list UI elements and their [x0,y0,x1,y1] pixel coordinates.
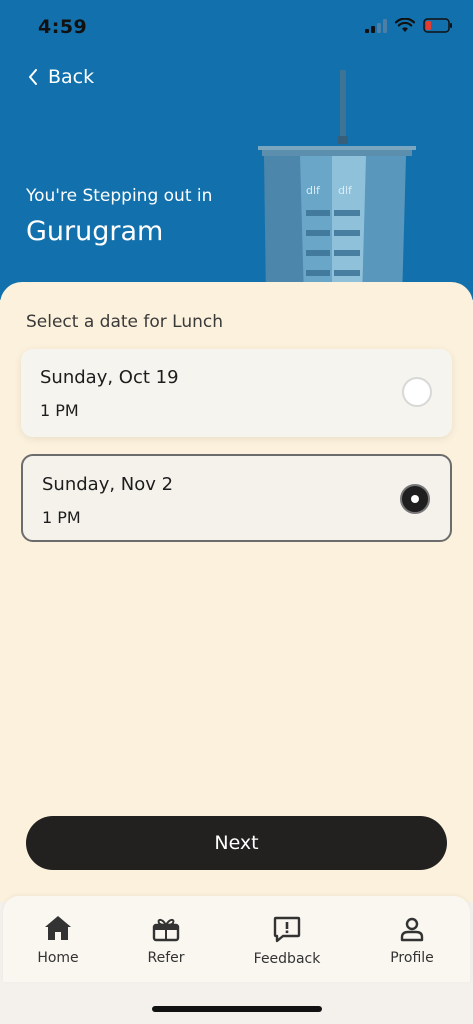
signal-icon [365,18,387,33]
tab-refer[interactable]: Refer [111,916,221,966]
tab-label: Feedback [253,951,321,967]
header-banner: 4:59 Back You're Stepping out in Gurugra… [0,0,473,300]
bottom-background [0,982,473,1024]
radio-button[interactable] [402,377,432,407]
gift-icon [152,918,180,942]
battery-icon [423,18,452,33]
option-time: 1 PM [40,401,79,420]
date-option-card[interactable]: Sunday, Nov 2 1 PM [21,454,452,542]
back-button[interactable]: Back [28,66,94,88]
date-selection-panel: Select a date for Lunch Sunday, Oct 19 1… [0,282,473,902]
tab-label: Home [37,950,79,966]
city-name: Gurugram [26,216,164,247]
building-sign: dlf [338,184,353,197]
header-subtitle: You're Stepping out in [26,186,213,206]
option-date: Sunday, Oct 19 [40,367,179,388]
section-label: Select a date for Lunch [26,312,224,332]
wifi-icon [395,18,415,32]
next-button[interactable]: Next [26,816,447,870]
date-option-card[interactable]: Sunday, Oct 19 1 PM [21,349,452,437]
status-time: 4:59 [38,16,88,38]
building-sign: dlf [306,184,321,197]
status-bar: 4:59 [0,0,473,56]
option-time: 1 PM [42,508,81,527]
tab-home[interactable]: Home [3,914,113,966]
radio-button[interactable] [400,484,430,514]
tab-label: Profile [390,950,434,966]
profile-icon [400,917,424,942]
tab-feedback[interactable]: Feedback [232,916,342,967]
option-date: Sunday, Nov 2 [42,474,174,495]
status-icons [365,18,453,33]
feedback-icon [273,916,301,943]
home-indicator [152,1006,322,1012]
home-icon [45,916,71,940]
tab-profile[interactable]: Profile [357,916,467,966]
building-illustration: dlf dlf [258,70,416,300]
tab-bar: Home Refer Feedback Profile [3,896,470,982]
chevron-left-icon [29,69,37,85]
back-label: Back [48,66,95,88]
tab-label: Refer [147,950,185,966]
